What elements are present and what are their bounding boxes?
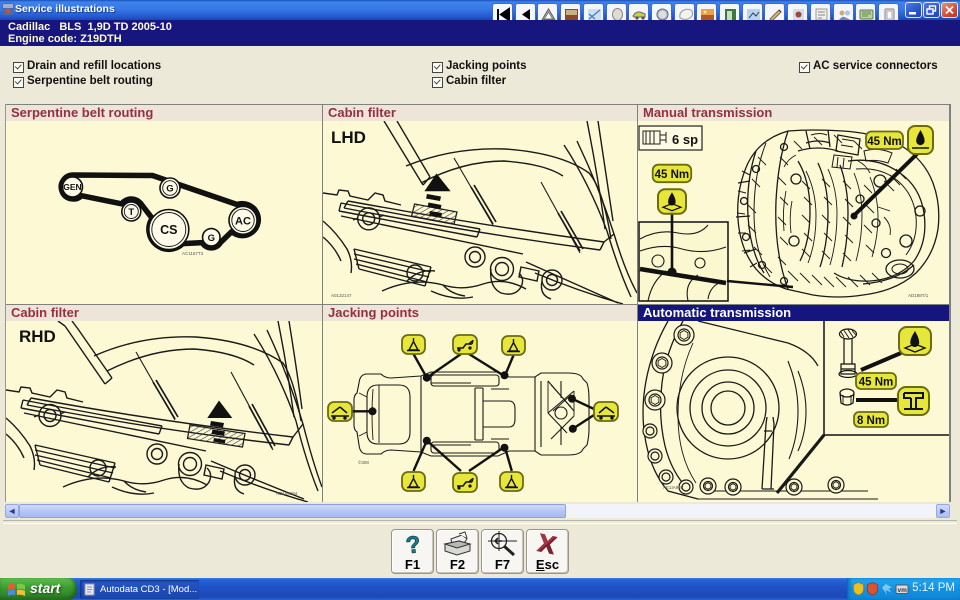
svg-text:45 Nm: 45 Nm bbox=[859, 377, 894, 389]
svg-text:LHD: LHD bbox=[331, 128, 366, 147]
svg-text:AD180094: AD180094 bbox=[276, 491, 298, 496]
svg-text:©308: ©308 bbox=[358, 459, 369, 465]
svg-text:AD188T/1: AD188T/1 bbox=[908, 293, 929, 298]
svg-text:GEN: GEN bbox=[63, 182, 81, 192]
svg-text:T: T bbox=[128, 207, 134, 218]
svg-text:RHD: RHD bbox=[19, 327, 56, 346]
svg-text:G: G bbox=[208, 233, 215, 244]
svg-text:8 Nm: 8 Nm bbox=[857, 415, 885, 427]
svg-text:6 sp: 6 sp bbox=[672, 132, 698, 147]
svg-text:?: ? bbox=[404, 531, 422, 559]
svg-text:A0132147: A0132147 bbox=[331, 293, 352, 298]
svg-text:G: G bbox=[166, 184, 173, 195]
svg-text:45 Nm: 45 Nm bbox=[655, 169, 690, 181]
svg-text:AE1IA9f4: AE1IA9f4 bbox=[663, 485, 683, 490]
svg-text:AC1167T3: AC1167T3 bbox=[182, 251, 204, 256]
svg-text:45 Nm: 45 Nm bbox=[867, 136, 902, 148]
svg-text:AC: AC bbox=[235, 215, 251, 227]
svg-text:vm: vm bbox=[898, 587, 908, 594]
svg-text:CS: CS bbox=[160, 223, 177, 237]
